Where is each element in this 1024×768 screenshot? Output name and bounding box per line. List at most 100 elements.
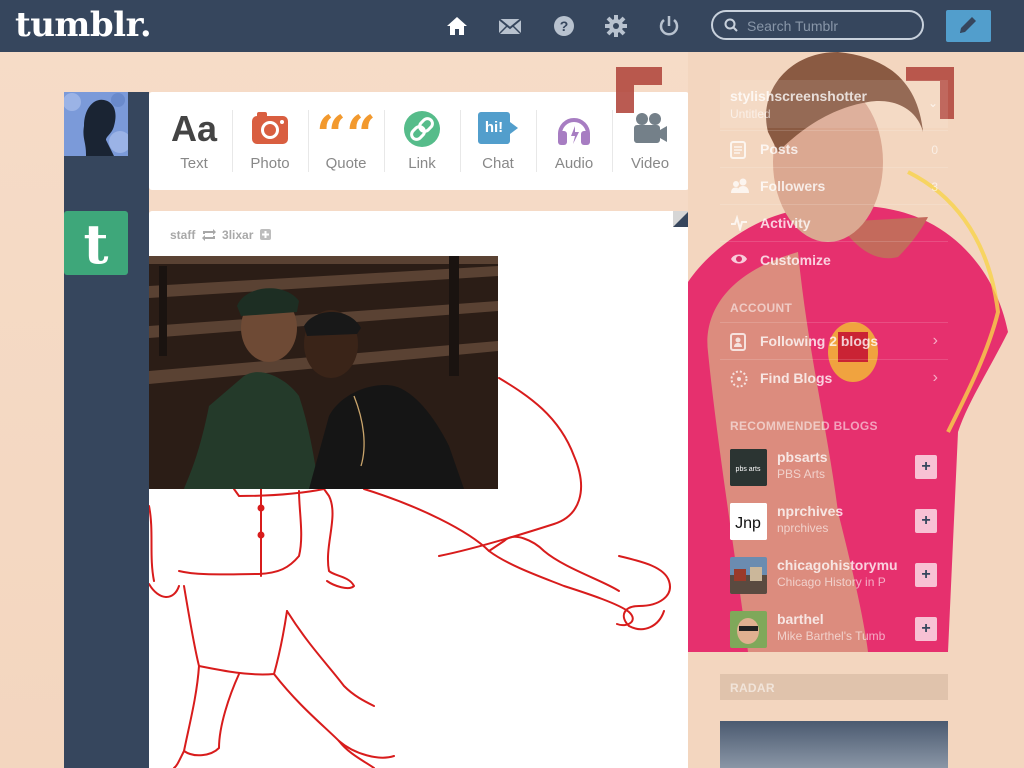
reblog-source-link[interactable]: 3lixar xyxy=(222,228,253,242)
compose-post-button[interactable] xyxy=(946,10,991,42)
post-author-link[interactable]: staff xyxy=(170,228,195,242)
post-chat-button[interactable]: hi! Chat xyxy=(460,92,536,190)
pencil-icon xyxy=(960,17,976,33)
blog-description: Mike Barthel's Tumb xyxy=(777,629,886,643)
post-corner-fold xyxy=(673,211,689,227)
search-box[interactable] xyxy=(711,10,924,40)
posts-icon xyxy=(730,141,746,159)
svg-text:t: t xyxy=(84,212,109,275)
headphones-icon xyxy=(558,118,590,145)
svg-text:Jnp: Jnp xyxy=(735,515,761,532)
recommended-blog-item[interactable]: barthel Mike Barthel's Tumb + xyxy=(720,602,948,656)
post-text-button[interactable]: Aa Text xyxy=(156,92,232,190)
post-audio-button[interactable]: Audio xyxy=(536,92,612,190)
camera-icon xyxy=(252,112,288,144)
blog-name[interactable]: nprchives xyxy=(777,503,843,519)
radar-post-preview[interactable] xyxy=(720,721,948,768)
eye-icon xyxy=(731,254,747,264)
dashboard-left-column xyxy=(64,92,149,768)
help-icon[interactable]: ? xyxy=(552,14,576,38)
post-type-label: Chat xyxy=(482,155,514,172)
recommended-blogs-heading: RECOMMENDED BLOGS xyxy=(730,419,878,433)
staff-avatar[interactable]: t xyxy=(64,211,128,276)
followers-count: 3 xyxy=(931,180,938,194)
account-heading: ACCOUNT xyxy=(730,301,793,315)
chevron-down-icon[interactable]: ⌄ xyxy=(928,96,938,110)
blog-name[interactable]: barthel xyxy=(777,611,824,627)
sidebar-blog-name[interactable]: stylishscreenshotter xyxy=(730,88,867,104)
text-post-icon: Aa xyxy=(170,108,218,149)
svg-text:?: ? xyxy=(560,18,569,34)
default-avatar-silhouette xyxy=(64,92,128,156)
logout-power-icon[interactable] xyxy=(657,14,681,38)
sidebar-item-label: Find Blogs xyxy=(760,370,833,386)
following-icon xyxy=(730,333,746,351)
post-header: staff 3lixar xyxy=(170,227,271,242)
follow-plus-button[interactable]: + xyxy=(915,617,937,641)
search-icon xyxy=(724,18,738,32)
post-photo-button[interactable]: Photo xyxy=(232,92,308,190)
blog-description: Chicago History in P xyxy=(777,575,886,589)
sidebar-item-find-blogs[interactable]: Find Blogs › xyxy=(720,359,948,396)
sidebar-item-label: Followers xyxy=(760,178,826,194)
post-type-label: Link xyxy=(408,155,436,172)
sidebar-item-posts[interactable]: Posts 0 xyxy=(720,130,948,167)
recommended-blog-item[interactable]: pbs arts pbsarts PBS Arts + xyxy=(720,440,948,494)
recommended-blog-item[interactable]: chicagohistorymu Chicago History in P + xyxy=(720,548,948,602)
sidebar-blog-header[interactable]: stylishscreenshotter Untitled ⌄ xyxy=(720,80,948,128)
user-avatar[interactable] xyxy=(64,92,128,156)
posts-count: 0 xyxy=(931,143,938,157)
decorative-frame-corner xyxy=(616,67,662,113)
blog-avatar xyxy=(730,557,767,594)
top-navigation-bar: tumblr. ? xyxy=(0,0,1024,52)
sidebar-item-label: Following 2 blogs xyxy=(760,333,879,349)
radar-heading: RADAR xyxy=(730,681,775,695)
svg-text:pbs arts: pbs arts xyxy=(736,466,761,473)
sidebar-item-following[interactable]: Following 2 blogs › xyxy=(720,322,948,359)
video-camera-icon xyxy=(634,113,667,143)
sidebar-item-followers[interactable]: Followers 3 xyxy=(720,167,948,204)
post-type-label: Video xyxy=(630,155,670,172)
compass-icon xyxy=(730,370,748,388)
sidebar-item-label: Posts xyxy=(760,141,799,157)
activity-icon xyxy=(731,215,747,231)
post-photo-image xyxy=(149,256,498,489)
link-icon xyxy=(404,111,440,147)
sidebar-blog-title: Untitled xyxy=(730,107,771,121)
follow-plus-icon[interactable] xyxy=(259,229,271,241)
follow-plus-button[interactable]: + xyxy=(915,455,937,479)
blog-description: nprchives xyxy=(777,521,829,535)
chevron-right-icon: › xyxy=(932,369,938,386)
post-link-button[interactable]: Link xyxy=(384,92,460,190)
sidebar-item-label: Customize xyxy=(760,252,831,268)
post-type-label: Quote xyxy=(325,155,367,172)
radar-section: RADAR xyxy=(720,674,948,700)
blog-name[interactable]: chicagohistorymu xyxy=(777,557,898,573)
post-quote-button[interactable]: ““ Quote xyxy=(308,92,384,190)
recommended-blog-item[interactable]: Jnp nprchives nprchives + xyxy=(720,494,948,548)
settings-gear-icon[interactable] xyxy=(604,14,628,38)
post-type-label: Audio xyxy=(554,155,594,172)
blog-avatar xyxy=(730,611,767,648)
post-type-bar: Aa Text Photo ““ Quote Link hi! Chat Aud… xyxy=(149,92,689,190)
post-photo[interactable] xyxy=(149,256,498,489)
tumblr-logo[interactable]: tumblr. xyxy=(15,5,152,45)
chat-icon: hi! xyxy=(478,112,510,144)
sidebar-item-customize[interactable]: Customize xyxy=(720,241,948,278)
follow-plus-button[interactable]: + xyxy=(915,509,937,533)
tumblr-t-icon: t xyxy=(84,212,109,276)
chevron-right-icon: › xyxy=(932,332,938,349)
home-icon[interactable] xyxy=(445,14,469,38)
follow-plus-button[interactable]: + xyxy=(915,563,937,587)
post-type-label: Text xyxy=(180,155,208,172)
blog-avatar: pbs arts xyxy=(730,449,767,486)
quote-icon: ““ xyxy=(316,105,376,166)
post-type-label: Photo xyxy=(250,155,290,172)
sidebar-item-label: Activity xyxy=(760,215,811,231)
sidebar-item-activity[interactable]: Activity xyxy=(720,204,948,241)
blog-avatar: Jnp xyxy=(730,503,767,540)
search-input[interactable] xyxy=(745,16,919,36)
blog-description: PBS Arts xyxy=(777,467,826,481)
mail-icon[interactable] xyxy=(498,14,522,38)
blog-name[interactable]: pbsarts xyxy=(777,449,828,465)
